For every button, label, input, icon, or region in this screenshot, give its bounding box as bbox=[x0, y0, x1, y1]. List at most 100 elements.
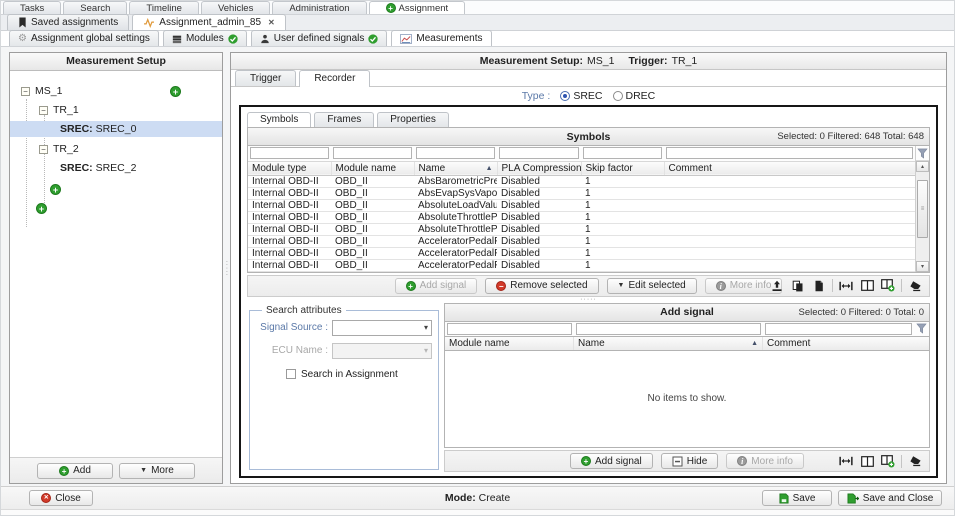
remove-selected-button[interactable]: − Remove selected bbox=[485, 278, 598, 294]
symbols-table-row[interactable]: Internal OBD-II OBD_II AcceleratorPedalP… bbox=[248, 235, 915, 247]
symbols-table-row[interactable]: Internal OBD-II OBD_II AcceleratorPedalP… bbox=[248, 247, 915, 259]
tree-node-ms1[interactable]: − MS_1 + bbox=[10, 83, 222, 99]
filter-module-type-input[interactable] bbox=[250, 147, 329, 159]
tab-frames[interactable]: Frames bbox=[314, 112, 374, 127]
tab-symbols[interactable]: Symbols bbox=[247, 112, 311, 127]
add-signal-confirm-button[interactable]: + Add signal bbox=[570, 453, 653, 469]
collapse-icon[interactable]: − bbox=[39, 145, 48, 154]
save-and-close-button[interactable]: Save and Close bbox=[838, 490, 942, 506]
tab-trigger[interactable]: Trigger bbox=[235, 70, 296, 86]
more-button[interactable]: ▼ More bbox=[119, 463, 195, 479]
col-comment[interactable]: Comment bbox=[664, 161, 915, 175]
hide-button[interactable]: Hide bbox=[661, 453, 719, 469]
collapse-icon[interactable]: − bbox=[39, 106, 48, 115]
tab-tasks[interactable]: Tasks bbox=[3, 1, 61, 14]
filter-skip-factor-input[interactable] bbox=[583, 147, 662, 159]
scroll-down-button[interactable]: ▾ bbox=[916, 261, 929, 272]
symbols-table-row[interactable]: Internal OBD-II OBD_II AbsoluteLoadValue… bbox=[248, 199, 915, 211]
tab-administration[interactable]: Administration bbox=[272, 1, 366, 14]
symbols-table-row[interactable]: Internal OBD-II OBD_II AbsoluteThrottleP… bbox=[248, 223, 915, 235]
tree-node-tr2[interactable]: − TR_2 bbox=[10, 141, 222, 157]
symbols-table-row[interactable]: Internal OBD-II OBD_II AcceleratorPedalP… bbox=[248, 259, 915, 271]
search-in-assignment-checkbox[interactable] bbox=[286, 369, 296, 379]
col-skip-factor[interactable]: Skip factor bbox=[581, 161, 664, 175]
tab-assignment-admin-85[interactable]: Assignment_admin_85 ✕ bbox=[132, 14, 285, 30]
columns-icon[interactable] bbox=[859, 453, 875, 469]
add-column-icon[interactable] bbox=[880, 453, 896, 469]
symbols-table-row[interactable]: Internal OBD-II OBD_II AbsEvapSysVaporPr… bbox=[248, 187, 915, 199]
add-srec-icon[interactable]: + bbox=[50, 184, 61, 195]
cell-name: AbsoluteLoadValue bbox=[414, 199, 497, 211]
ecu-name-row: ECU Name : ▾ bbox=[256, 343, 432, 359]
cell-module-type: Internal OBD-II bbox=[248, 235, 331, 247]
filter-comment-input[interactable] bbox=[666, 147, 913, 159]
cell-name: AbsEvapSysVaporPressure bbox=[414, 187, 497, 199]
radio-unchecked-icon bbox=[613, 91, 623, 101]
scroll-thumb[interactable]: ≡ bbox=[917, 180, 928, 238]
radio-srec[interactable]: SREC bbox=[560, 90, 602, 102]
radio-drec[interactable]: DREC bbox=[613, 90, 656, 102]
search-in-assignment-row: Search in Assignment bbox=[286, 369, 432, 380]
tab-recorder[interactable]: Recorder bbox=[299, 70, 370, 87]
filter-module-name-input[interactable] bbox=[333, 147, 412, 159]
add-column-icon[interactable] bbox=[880, 278, 896, 294]
tab-modules[interactable]: Modules bbox=[163, 30, 247, 46]
add-button[interactable]: + Add bbox=[37, 463, 113, 479]
as-filter-module-name-input[interactable] bbox=[447, 323, 572, 335]
symbols-table-row[interactable]: Internal OBD-II OBD_II AbsBarometricPres… bbox=[248, 175, 915, 187]
scroll-up-button[interactable]: ▴ bbox=[916, 161, 929, 172]
close-button[interactable]: ✕ Close bbox=[29, 490, 93, 506]
symbols-table-row[interactable]: Internal OBD-II OBD_II AbsoluteThrottleP… bbox=[248, 211, 915, 223]
toolbar-separator bbox=[901, 455, 902, 468]
close-tab-icon[interactable]: ✕ bbox=[268, 16, 275, 29]
cell-module-type: Internal OBD-II bbox=[248, 247, 331, 259]
tab-measurements[interactable]: Measurements bbox=[391, 30, 491, 46]
tree-node-srec2[interactable]: SREC: SREC_2 bbox=[10, 160, 222, 176]
tree-node-tr1[interactable]: − TR_1 bbox=[10, 102, 222, 118]
col-name[interactable]: Name▲ bbox=[574, 337, 763, 350]
tab-vehicles[interactable]: Vehicles bbox=[201, 1, 270, 14]
col-module-name[interactable]: Module name bbox=[331, 161, 414, 175]
col-comment[interactable]: Comment bbox=[763, 337, 929, 350]
col-module-name[interactable]: Module name bbox=[445, 337, 574, 350]
file-icon[interactable] bbox=[811, 278, 827, 294]
filter-name-input[interactable] bbox=[416, 147, 495, 159]
tab-search[interactable]: Search bbox=[63, 1, 127, 14]
fit-columns-icon[interactable] bbox=[838, 278, 854, 294]
tab-assignment[interactable]: + Assignment bbox=[369, 1, 466, 14]
tree-node-srec0[interactable]: SREC: SREC_0 bbox=[10, 121, 222, 137]
tab-saved-assignments[interactable]: Saved assignments bbox=[7, 14, 129, 30]
tab-properties[interactable]: Properties bbox=[377, 112, 449, 127]
tab-user-defined-signals[interactable]: User defined signals bbox=[251, 30, 388, 46]
tab-assignment-global-settings[interactable]: ⚙ Assignment global settings bbox=[9, 30, 159, 46]
measurement-detail-panel: Measurement Setup:MS_1 Trigger:TR_1 Trig… bbox=[230, 52, 947, 484]
add-signal-button[interactable]: + Add signal bbox=[395, 278, 478, 294]
add-node-icon[interactable]: + bbox=[36, 203, 47, 214]
cell-pla: Disabled bbox=[497, 199, 581, 211]
clear-filter-icon[interactable] bbox=[907, 453, 923, 469]
info-icon: i bbox=[716, 281, 726, 291]
save-button[interactable]: Save bbox=[762, 490, 832, 506]
filter-pla-input[interactable] bbox=[499, 147, 579, 159]
tab-timeline[interactable]: Timeline bbox=[129, 1, 199, 14]
col-module-type[interactable]: Module type bbox=[248, 161, 331, 175]
export-icon[interactable] bbox=[769, 278, 785, 294]
filter-funnel-icon[interactable] bbox=[914, 321, 929, 337]
scroll-track[interactable]: ≡ bbox=[916, 172, 929, 261]
as-filter-comment-input[interactable] bbox=[765, 323, 912, 335]
signal-source-select[interactable]: ▾ bbox=[332, 320, 432, 336]
copy-icon[interactable] bbox=[790, 278, 806, 294]
col-name[interactable]: Name▲ bbox=[414, 161, 497, 175]
edit-selected-button[interactable]: ▼ Edit selected bbox=[607, 278, 697, 294]
as-filter-name-input[interactable] bbox=[576, 323, 761, 335]
cell-module-name: OBD_II bbox=[331, 187, 414, 199]
more-info-button[interactable]: i More info bbox=[726, 453, 804, 469]
add-trigger-icon[interactable]: + bbox=[170, 86, 181, 97]
clear-filter-icon[interactable] bbox=[907, 278, 923, 294]
col-pla-compression[interactable]: PLA Compression level bbox=[497, 161, 581, 175]
fit-columns-icon[interactable] bbox=[838, 453, 854, 469]
columns-icon[interactable] bbox=[859, 278, 875, 294]
filter-funnel-icon[interactable] bbox=[916, 146, 929, 161]
panel-splitter[interactable]: ····· bbox=[223, 52, 230, 484]
collapse-icon[interactable]: − bbox=[21, 87, 30, 96]
